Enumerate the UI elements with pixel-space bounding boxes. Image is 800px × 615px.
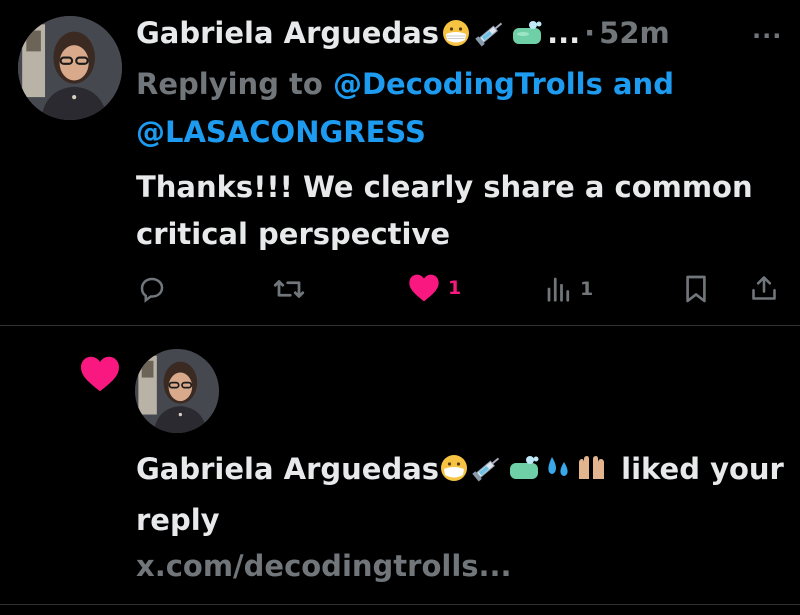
liker-name[interactable]: Gabriela Arguedas: [136, 452, 439, 486]
syringe-emoji-icon: [469, 450, 505, 497]
avatar-photo: [18, 16, 122, 120]
mention-conjunction: and: [612, 67, 674, 101]
avatar-photo: [135, 349, 219, 433]
share-button[interactable]: [750, 273, 778, 303]
mention-link[interactable]: @DecodingTrolls: [333, 67, 603, 101]
syringe-emoji-icon: [473, 18, 507, 48]
tweet-link[interactable]: x.com/decodingtrolls...: [136, 543, 512, 590]
author-name[interactable]: Gabriela Arguedas: [136, 16, 439, 50]
name-ellipsis: ...: [547, 16, 581, 50]
tweet-header: Gabriela Arguedas ... · 52m: [136, 14, 670, 52]
liked-heart-icon: [81, 356, 119, 392]
tweet-text: Thanks!!! We clearly share a common crit…: [136, 170, 753, 251]
notification-text[interactable]: Gabriela Arguedas liked your reply: [136, 446, 786, 544]
like-button[interactable]: 1: [408, 273, 461, 303]
tweet-actions: 1 1: [0, 270, 800, 306]
liker-avatar[interactable]: [135, 349, 219, 433]
more-options-icon[interactable]: ···: [752, 22, 782, 50]
replying-prefix: Replying to: [136, 67, 323, 101]
replying-to: Replying to @DecodingTrolls and @LASACON…: [136, 60, 736, 156]
face-mask-emoji-icon: [441, 18, 471, 48]
reply-button[interactable]: [137, 274, 175, 304]
bookmark-icon: [686, 275, 706, 303]
repost-icon: [273, 280, 305, 298]
palms-up-together-emoji-icon: [575, 450, 611, 497]
soap-emoji-icon: [509, 18, 545, 48]
soap-emoji-icon: [505, 450, 543, 497]
heart-icon: [409, 274, 439, 302]
divider: [0, 325, 800, 326]
divider: [0, 604, 800, 605]
reply-icon: [140, 277, 164, 303]
mention-link[interactable]: @LASACONGRESS: [136, 115, 426, 149]
author-avatar[interactable]: [18, 16, 122, 120]
repost-button[interactable]: [272, 274, 314, 304]
header-separator: ·: [584, 16, 596, 50]
tweet-timestamp[interactable]: 52m: [599, 16, 670, 50]
views-button[interactable]: 1: [546, 274, 593, 304]
views-icon: [547, 277, 570, 302]
face-mask-emoji-icon: [439, 450, 469, 497]
bookmark-button[interactable]: [684, 274, 708, 304]
views-count: 1: [580, 278, 594, 300]
like-count: 1: [448, 277, 462, 299]
sweat-droplets-emoji-icon: [543, 450, 575, 497]
share-icon: [752, 276, 776, 300]
